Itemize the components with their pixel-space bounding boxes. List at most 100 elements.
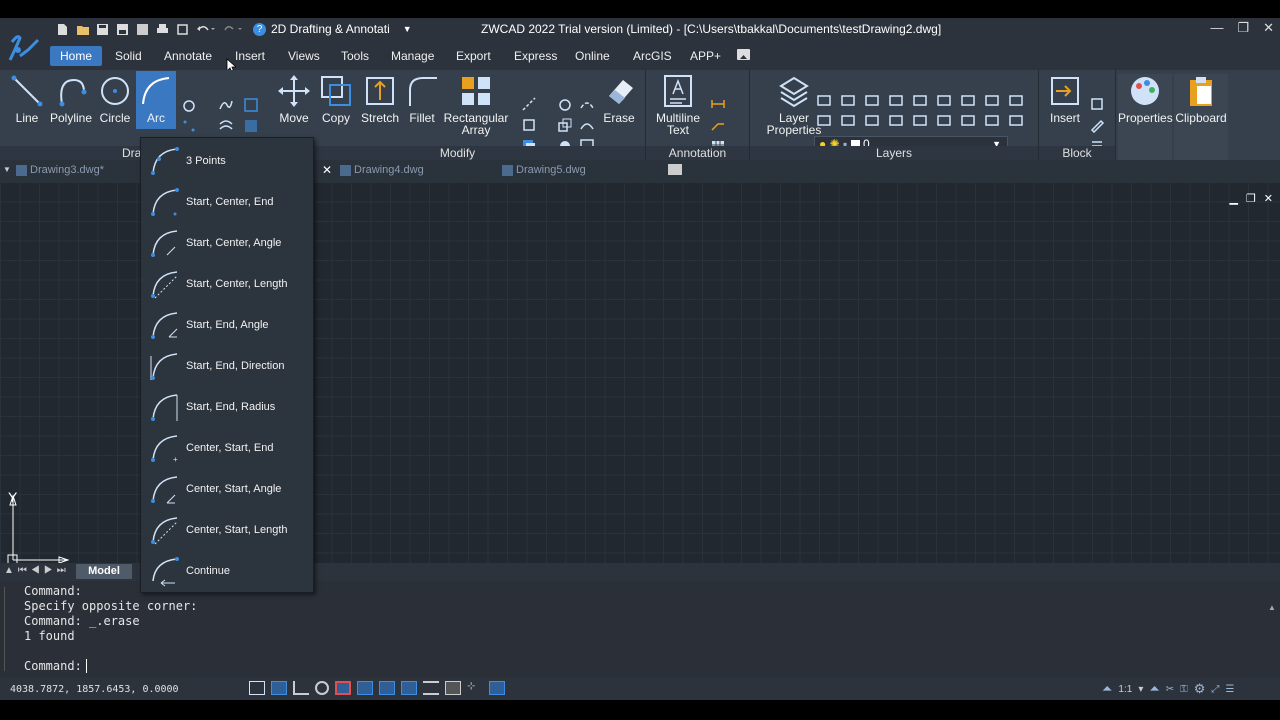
tab-online[interactable]: Online — [575, 49, 610, 63]
arc-option-start-center-end[interactable]: Start, Center, End — [141, 181, 315, 222]
save-as-icon[interactable] — [116, 23, 129, 36]
scale-icon[interactable] — [557, 117, 573, 133]
rectangle-icon[interactable] — [243, 97, 259, 113]
grid-toggle-icon[interactable] — [249, 681, 265, 695]
layout-nav-icons[interactable]: ▲⏮◀▶⏭ — [4, 565, 70, 576]
gear-icon[interactable]: ⚙ — [1194, 681, 1206, 697]
rectangular-array-tool[interactable]: Rectangular Array — [442, 74, 510, 136]
new-tab-icon[interactable] — [668, 164, 682, 175]
tab-app-plus[interactable]: APP+ — [690, 49, 721, 63]
layer-tool-icon[interactable] — [984, 93, 1008, 113]
zoom-extents-icon[interactable] — [176, 23, 189, 36]
fullscreen-icon[interactable]: ⤢ — [1211, 684, 1219, 695]
create-block-icon[interactable] — [1089, 96, 1105, 112]
ellipse-icon[interactable] — [181, 98, 197, 114]
layer-tool-icon[interactable] — [1008, 93, 1032, 113]
zwcad-logo-icon[interactable] — [4, 28, 44, 68]
layer-tool-icon[interactable] — [816, 93, 840, 113]
close-tab-icon[interactable]: ✕ — [322, 163, 332, 177]
insert-tool[interactable]: Insert — [1047, 74, 1083, 124]
dyn-toggle-icon[interactable] — [379, 681, 395, 695]
tab-solid[interactable]: Solid — [115, 49, 142, 63]
doc-tab-drawing5[interactable]: Drawing5.dwg — [502, 164, 586, 176]
transparency-toggle-icon[interactable] — [445, 681, 461, 695]
stretch-tool[interactable]: Stretch — [358, 74, 402, 124]
command-scrollbar[interactable]: ▲ — [1268, 603, 1276, 667]
ribbon-minimize-icon[interactable] — [737, 49, 750, 60]
tab-express[interactable]: Express — [514, 49, 557, 63]
arc-option-start-center-angle[interactable]: Start, Center, Angle — [141, 222, 315, 263]
copy-tool[interactable]: Copy — [318, 74, 354, 124]
revcloud-icon[interactable] — [218, 118, 234, 134]
osnap-toggle-icon[interactable] — [335, 681, 351, 695]
explode-icon[interactable] — [557, 96, 573, 112]
circle-tool[interactable]: Circle — [98, 74, 132, 124]
arc-option-continue[interactable]: Continue — [141, 550, 315, 591]
mirror-icon[interactable] — [521, 117, 537, 133]
otrack-toggle-icon[interactable] — [357, 681, 373, 695]
redo-icon[interactable] — [223, 23, 243, 36]
tab-annotate[interactable]: Annotate — [164, 49, 212, 63]
minimize-button[interactable]: — — [1210, 20, 1223, 36]
dyn-input-toggle-icon[interactable] — [401, 681, 417, 695]
layer-tool-icon[interactable] — [888, 113, 912, 133]
viewport-minimize-button[interactable]: ▁ — [1229, 192, 1237, 205]
tab-insert[interactable]: Insert — [235, 49, 265, 63]
tab-manage[interactable]: Manage — [391, 49, 434, 63]
arc-option-center-start-end[interactable]: + Center, Start, End — [141, 427, 315, 468]
tab-views[interactable]: Views — [288, 49, 320, 63]
line-tool[interactable]: Line — [8, 74, 46, 124]
tab-list-icon[interactable]: ▼ — [3, 165, 11, 174]
dimension-icon[interactable] — [710, 96, 726, 112]
viewport-restore-button[interactable]: ❐ — [1246, 192, 1256, 205]
arc-tool[interactable]: Arc — [136, 71, 176, 129]
layer-tool-icon[interactable] — [960, 93, 984, 113]
selection-cycling-icon[interactable]: ⊹ — [467, 681, 483, 695]
multiline-text-tool[interactable]: Multiline Text — [654, 74, 702, 136]
arc-option-3-points[interactable]: 3 Points — [141, 140, 315, 181]
layer-tool-icon[interactable] — [912, 93, 936, 113]
auto-scale-icon[interactable]: ⏶ — [1149, 681, 1159, 697]
hatch-icon[interactable] — [243, 118, 259, 134]
move-tool[interactable]: Move — [274, 74, 314, 124]
layer-tool-icon[interactable] — [912, 113, 936, 133]
viewport-close-button[interactable]: ✕ — [1264, 192, 1273, 205]
annotation-visibility-icon[interactable]: ⏶ — [1102, 681, 1112, 697]
workspace-selector[interactable]: ? 2D Drafting & Annotati ▼ — [253, 22, 412, 36]
polar-toggle-icon[interactable] — [315, 681, 329, 695]
clipboard-tool[interactable]: Clipboard — [1174, 74, 1228, 160]
tools-icon[interactable]: ✂ — [1166, 684, 1174, 695]
menu-icon[interactable]: ☰ — [1225, 684, 1234, 695]
doc-tab-drawing4[interactable]: Drawing4.dwg — [340, 164, 424, 176]
arc-option-start-end-direction[interactable]: Start, End, Direction — [141, 345, 315, 386]
layer-tool-icon[interactable] — [1008, 113, 1032, 133]
command-window-grip[interactable] — [4, 587, 18, 671]
layer-tool-icon[interactable] — [936, 113, 960, 133]
edit-block-icon[interactable] — [1089, 117, 1105, 134]
break-icon[interactable] — [579, 96, 595, 112]
quick-properties-icon[interactable] — [489, 681, 505, 695]
undo-icon[interactable] — [196, 23, 216, 36]
arc-option-start-center-length[interactable]: Start, Center, Length — [141, 263, 315, 304]
erase-tool[interactable]: Erase — [603, 74, 635, 124]
new-icon[interactable] — [56, 23, 69, 36]
snap-toggle-icon[interactable] — [271, 681, 287, 695]
layer-tool-icon[interactable] — [936, 93, 960, 113]
annotation-scale[interactable]: 1:1 — [1118, 684, 1132, 695]
close-button[interactable]: ✕ — [1263, 20, 1274, 36]
lineweight-toggle-icon[interactable] — [423, 681, 439, 695]
save-icon[interactable] — [96, 23, 109, 36]
doc-tab-drawing3[interactable]: Drawing3.dwg* — [16, 164, 104, 176]
layer-tool-icon[interactable] — [960, 113, 984, 133]
fillet-tool[interactable]: Fillet — [404, 74, 440, 124]
maximize-button[interactable]: ❐ — [1237, 20, 1249, 36]
layer-tool-icon[interactable] — [840, 93, 864, 113]
ortho-toggle-icon[interactable] — [293, 681, 309, 695]
point-icon[interactable] — [181, 118, 197, 134]
model-tab[interactable]: Model — [76, 564, 132, 579]
layer-tool-icon[interactable] — [840, 113, 864, 133]
command-input[interactable]: Command: — [24, 659, 87, 673]
arc-option-start-end-radius[interactable]: Start, End, Radius — [141, 386, 315, 427]
spline-icon[interactable] — [218, 97, 234, 113]
properties-tool[interactable]: Properties — [1118, 74, 1173, 160]
